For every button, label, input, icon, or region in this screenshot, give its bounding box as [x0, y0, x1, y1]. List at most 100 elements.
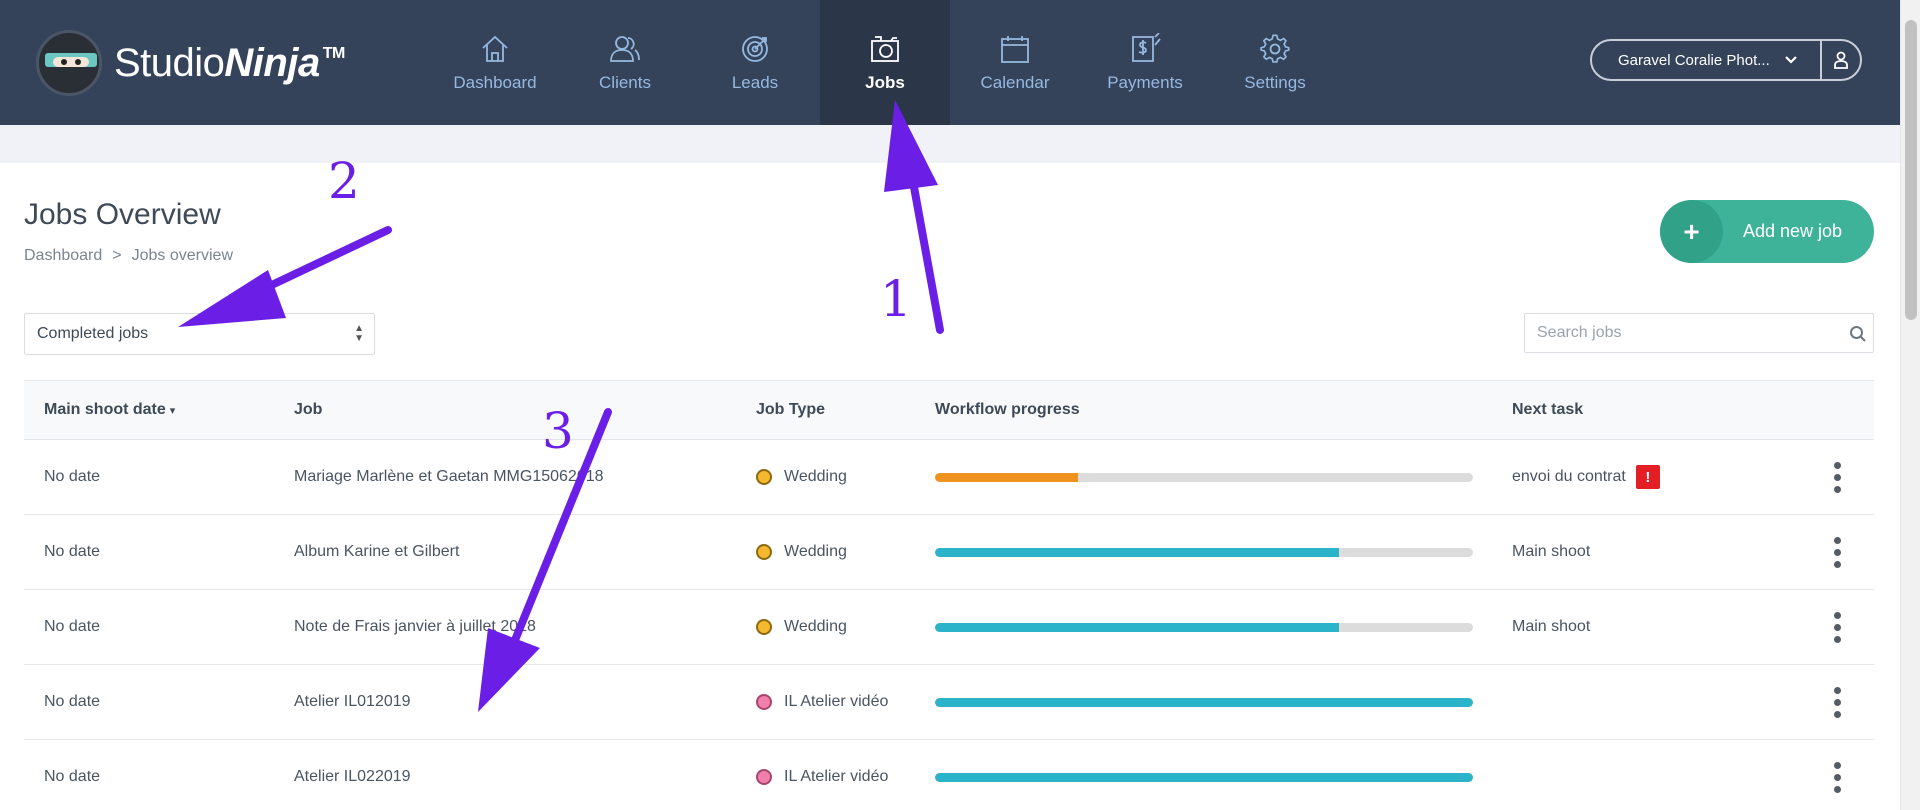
scrollbar-thumb[interactable]	[1905, 20, 1917, 320]
nav-payments-label: Payments	[1107, 72, 1183, 92]
nav-calendar-label: Calendar	[980, 72, 1050, 92]
row-more-button[interactable]	[1834, 536, 1842, 568]
nav-leads[interactable]: Leads	[690, 0, 820, 125]
breadcrumb: Dashboard > Jobs overview	[24, 247, 233, 265]
table-header: Main shoot date ▾ Job Job Type Workflow p…	[24, 380, 1874, 440]
row-more-button[interactable]	[1834, 611, 1842, 643]
table-body: No date Mariage Marlène et Gaetan MMG150…	[24, 440, 1874, 810]
annotation-label-2: 2	[328, 152, 360, 210]
nav-jobs[interactable]: Jobs	[820, 0, 950, 125]
job-type-dot-icon	[756, 769, 772, 785]
annotation-arrow-1	[906, 161, 944, 334]
row-more-button[interactable]	[1834, 686, 1842, 718]
annotation-arrow-2	[236, 226, 392, 304]
cell-shoot-date: No date	[44, 768, 101, 785]
nav-settings[interactable]: Settings	[1210, 0, 1340, 125]
home-icon	[482, 35, 508, 62]
page-scrollbar[interactable]	[1900, 0, 1920, 810]
main-nav: Dashboard Clients Leads Jobs Calendar Pa…	[430, 0, 1340, 125]
row-more-button[interactable]	[1834, 761, 1842, 793]
account-dropdown[interactable]: Garavel Coralie Phot...	[1592, 52, 1820, 69]
table-row[interactable]: No date Atelier IL012019 IL Atelier vidé…	[24, 665, 1874, 740]
logo-wordmark: StudioNinja TM	[114, 41, 345, 86]
nav-dashboard-label: Dashboard	[453, 72, 537, 92]
user-icon	[1834, 51, 1848, 69]
table-row[interactable]: No date Note de Frais janvier à juillet …	[24, 590, 1874, 665]
cell-job-name[interactable]: Atelier IL022019	[294, 768, 411, 786]
cell-job-type: IL Atelier vidéo	[756, 693, 888, 711]
workflow-progress-bar	[935, 547, 1473, 557]
clients-icon	[610, 35, 640, 62]
column-header-progress: Workflow progress	[935, 401, 1080, 418]
account-name: Garavel Coralie Phot...	[1618, 51, 1770, 69]
cell-shoot-date: No date	[44, 543, 101, 560]
next-task-label[interactable]: Main shoot	[1512, 543, 1590, 561]
job-status-select[interactable]: Completed jobs ▲ ▼	[24, 313, 375, 355]
nav-leads-label: Leads	[731, 72, 779, 92]
account-switcher[interactable]: Garavel Coralie Phot...	[1590, 39, 1862, 81]
job-type-label: Wedding	[784, 618, 847, 635]
column-header-date[interactable]: Main shoot date ▾	[44, 401, 175, 419]
plus-icon: +	[1660, 200, 1723, 263]
cell-job-name[interactable]: Atelier IL012019	[294, 693, 411, 711]
search-icon[interactable]	[1849, 325, 1867, 343]
cell-shoot-date: No date	[44, 693, 101, 710]
next-task-label[interactable]: Main shoot	[1512, 618, 1590, 636]
nav-clients[interactable]: Clients	[560, 0, 690, 125]
workflow-progress-fill	[935, 697, 1473, 707]
nav-settings-label: Settings	[1244, 72, 1306, 92]
add-new-job-button[interactable]: + Add new job	[1660, 200, 1874, 263]
cell-workflow-progress	[935, 622, 1473, 632]
next-task-label[interactable]: envoi du contrat	[1512, 468, 1626, 486]
row-more-button[interactable]	[1834, 461, 1842, 493]
annotation-label-1: 1	[880, 270, 912, 328]
workflow-progress-fill	[935, 472, 1078, 482]
search-placeholder: Search jobs	[1537, 324, 1622, 341]
nav-payments[interactable]: Payments	[1080, 0, 1210, 125]
select-arrows-icon: ▲ ▼	[354, 323, 364, 344]
cell-workflow-progress	[935, 697, 1473, 707]
sort-caret-icon: ▾	[169, 405, 176, 417]
table-row[interactable]: No date Atelier IL022019 IL Atelier vidé…	[24, 740, 1874, 810]
job-type-label: IL Atelier vidéo	[784, 693, 889, 710]
job-type-label: IL Atelier vidéo	[784, 768, 889, 785]
table-row[interactable]: No date Mariage Marlène et Gaetan MMG150…	[24, 440, 1874, 515]
workflow-progress-bar	[935, 472, 1473, 482]
camera-icon	[871, 35, 899, 62]
column-header-type: Job Type	[756, 401, 826, 418]
chevron-down-icon	[1784, 53, 1798, 68]
cell-workflow-progress	[935, 547, 1473, 557]
breadcrumb-separator: >	[112, 247, 122, 264]
cell-job-name[interactable]: Mariage Marlène et Gaetan MMG15062018	[294, 468, 604, 486]
workflow-progress-fill	[935, 547, 1339, 557]
job-status-selected: Completed jobs	[37, 325, 149, 342]
nav-clients-label: Clients	[599, 72, 651, 92]
cell-job-type: Wedding	[756, 468, 847, 486]
logo-text-light: Studio	[114, 40, 225, 85]
cell-job-name[interactable]: Album Karine et Gilbert	[294, 543, 459, 561]
nav-jobs-label: Jobs	[865, 72, 905, 92]
column-header-date-label: Main shoot date	[44, 401, 166, 418]
job-type-dot-icon	[756, 544, 772, 560]
alert-icon: !	[1635, 465, 1660, 489]
studio-ninja-logo[interactable]: StudioNinja TM	[36, 28, 345, 98]
user-profile-button[interactable]	[1820, 41, 1860, 79]
cell-job-name[interactable]: Note de Frais janvier à juillet 2018	[294, 618, 536, 636]
workflow-progress-fill	[935, 622, 1339, 632]
calendar-icon	[1001, 35, 1029, 63]
gear-icon	[1260, 33, 1290, 63]
breadcrumb-dashboard-link[interactable]: Dashboard	[24, 247, 102, 264]
breadcrumb-current: Jobs overview	[131, 247, 233, 264]
cell-job-type: Wedding	[756, 543, 847, 561]
cell-next-task: envoi du contrat !	[1512, 465, 1660, 489]
job-type-dot-icon	[756, 469, 772, 485]
nav-dashboard[interactable]: Dashboard	[430, 0, 560, 125]
search-input[interactable]: Search jobs	[1524, 313, 1874, 353]
cell-job-type: IL Atelier vidéo	[756, 768, 888, 786]
nav-calendar[interactable]: Calendar	[950, 0, 1080, 125]
cell-next-task: Main shoot	[1512, 618, 1590, 636]
job-type-dot-icon	[756, 619, 772, 635]
table-row[interactable]: No date Album Karine et Gilbert Wedding …	[24, 515, 1874, 590]
workflow-progress-bar	[935, 622, 1473, 632]
more-vertical-icon	[1834, 686, 1842, 718]
